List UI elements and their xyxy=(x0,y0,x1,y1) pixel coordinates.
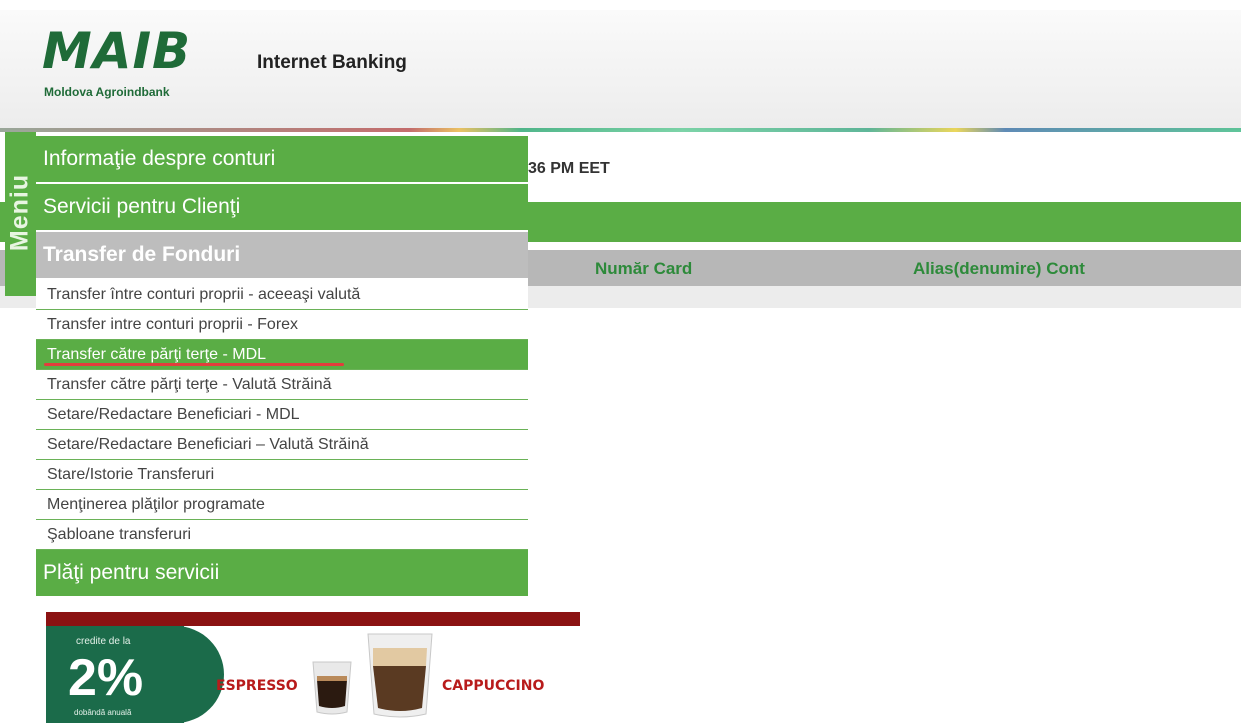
menu-section-fund-transfer[interactable]: Transfer de Fonduri xyxy=(36,232,528,280)
column-header-card-number: Număr Card xyxy=(595,259,693,278)
menu-section-client-services[interactable]: Servicii pentru Clienţi xyxy=(36,184,528,232)
logo-wordmark: MAIB xyxy=(42,22,192,80)
banner-rate-note: dobândă anuală xyxy=(74,708,132,717)
session-time: 36 PM EET xyxy=(528,160,610,177)
menu-tab-label: Meniu xyxy=(5,173,34,252)
page-header: MAIB Moldova Agroindbank Internet Bankin… xyxy=(0,0,1241,132)
header-title: Internet Banking xyxy=(257,52,407,73)
menu-item-own-accounts-forex[interactable]: Transfer intre conturi proprii - Forex xyxy=(36,310,528,340)
column-header-account-alias: Alias(denumire) Cont xyxy=(913,259,1085,278)
banner-product-cappuccino: CAPPUCCINO xyxy=(442,678,545,694)
logo-subtitle: Moldova Agroindbank xyxy=(44,85,170,99)
banner-credit-label: credite de la xyxy=(76,636,131,647)
menu-item-third-party-mdl[interactable]: Transfer către părţi terţe - MDL xyxy=(36,340,528,370)
banner-product-espresso: ESPRESSO xyxy=(216,678,298,694)
fund-transfer-submenu: Transfer între conturi proprii - aceeaşi… xyxy=(36,280,528,550)
menu-tab[interactable]: Meniu xyxy=(5,132,36,296)
maib-logo[interactable]: MAIB Moldova Agroindbank xyxy=(42,25,212,105)
menu-section-accounts-info[interactable]: Informaţie despre conturi xyxy=(36,136,528,184)
menu-item-transfer-history[interactable]: Stare/Istorie Transferuri xyxy=(36,460,528,490)
espresso-cup-icon xyxy=(312,661,352,715)
banner-rate: 2% xyxy=(68,649,144,707)
header-color-strip xyxy=(0,128,1241,132)
menu-item-beneficiaries-mdl[interactable]: Setare/Redactare Beneficiari - MDL xyxy=(36,400,528,430)
menu-item-transfer-templates[interactable]: Şabloane transferuri xyxy=(36,520,528,550)
highlight-underline xyxy=(44,363,344,366)
menu-item-scheduled-payments[interactable]: Menţinerea plăţilor programate xyxy=(36,490,528,520)
menu-section-service-payments[interactable]: Plăţi pentru servicii xyxy=(36,550,528,598)
banner-rate-panel: credite de la 2% dobândă anuală xyxy=(46,626,184,723)
main-menu: Informaţie despre conturi Servicii pentr… xyxy=(36,136,528,598)
menu-item-beneficiaries-foreign[interactable]: Setare/Redactare Beneficiari – Valută St… xyxy=(36,430,528,460)
menu-item-third-party-mdl-label: Transfer către părţi terţe - MDL xyxy=(47,346,267,363)
menu-item-own-accounts-same-currency[interactable]: Transfer între conturi proprii - aceeaşi… xyxy=(36,280,528,310)
menu-item-third-party-foreign[interactable]: Transfer către părţi terţe - Valută Stră… xyxy=(36,370,528,400)
banner-top-stripe xyxy=(46,612,580,626)
promo-banner[interactable]: credite de la 2% dobândă anuală ESPRESSO… xyxy=(46,612,580,723)
cappuccino-cup-icon xyxy=(367,633,433,718)
